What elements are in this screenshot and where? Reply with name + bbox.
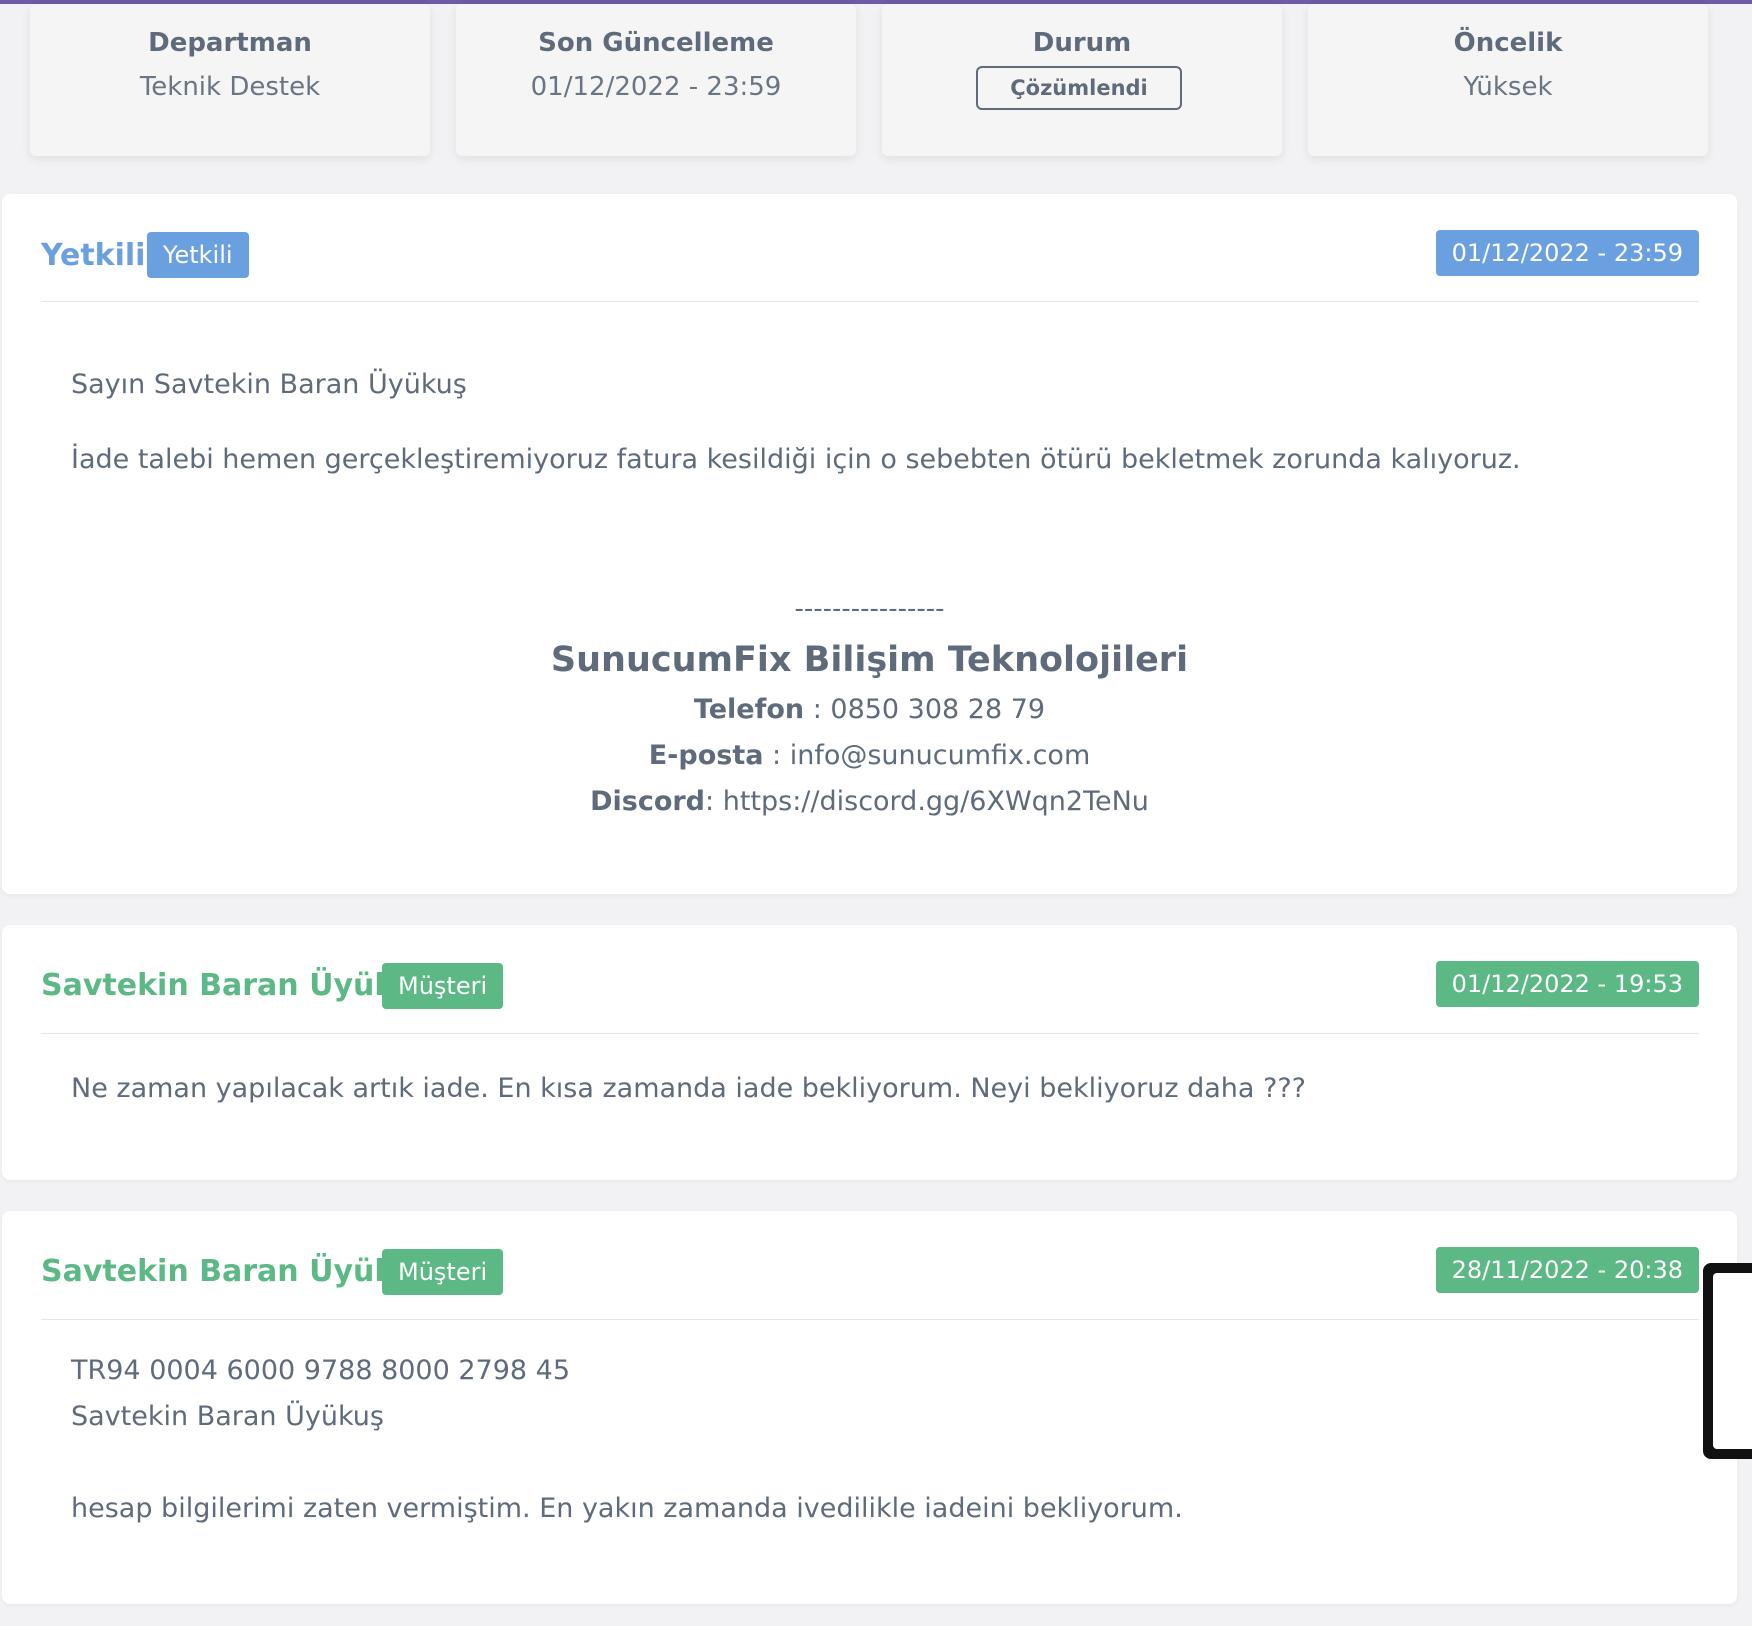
email-label: E-posta <box>648 740 764 771</box>
message-text-line: Ne zaman yapılacak artık iade. En kısa z… <box>71 1073 1306 1104</box>
discord-label: Discord <box>590 786 706 817</box>
last-update-label: Son Güncelleme <box>538 28 774 58</box>
message-divider <box>41 301 1699 302</box>
message-card-customer: Savtekin Baran Üyükuş Müşteri 01/12/2022… <box>2 925 1737 1180</box>
signature-company: SunucumFix Bilişim Teknolojileri <box>550 640 1189 680</box>
message-card-staff: Yetkili Yetkili 01/12/2022 - 23:59 Sayın… <box>2 194 1737 894</box>
email-separator: : <box>763 740 790 771</box>
message-date-badge: 01/12/2022 - 23:59 <box>1435 230 1699 276</box>
signature-separator: ---------------- <box>794 594 945 624</box>
message-author: Savtekin Baran Üyükuş <box>41 1254 434 1289</box>
phone-label: Telefon <box>693 694 805 725</box>
message-author: Yetkili <box>41 238 146 273</box>
info-card-last-update: Son Güncelleme 01/12/2022 - 23:59 <box>456 4 856 156</box>
message-text-line: hesap bilgilerimi zaten vermiştim. En ya… <box>71 1493 1183 1524</box>
status-badge: Çözümlendi <box>976 66 1182 110</box>
priority-value: Yüksek <box>1463 72 1553 102</box>
priority-label: Öncelik <box>1453 28 1563 58</box>
role-badge: Müşteri <box>382 1249 504 1295</box>
side-widget-panel <box>1713 1273 1752 1449</box>
message-date-badge: 01/12/2022 - 19:53 <box>1435 961 1699 1007</box>
signature-email: E-posta : info@sunucumfix.com <box>2 740 1737 771</box>
email-link[interactable]: info@sunucumfix.com <box>790 740 1091 771</box>
last-update-value: 01/12/2022 - 23:59 <box>530 72 782 102</box>
message-text-line: Savtekin Baran Üyükuş <box>71 1401 384 1432</box>
message-text-line: Sayın Savtekin Baran Üyükuş <box>71 369 467 400</box>
message-date-badge: 28/11/2022 - 20:38 <box>1435 1247 1699 1293</box>
role-badge: Müşteri <box>382 963 504 1009</box>
status-label: Durum <box>1032 28 1132 58</box>
info-card-department: Departman Teknik Destek <box>30 4 430 156</box>
message-divider <box>41 1319 1699 1320</box>
signature-discord: Discord: https://discord.gg/6XWqn2TeNu <box>2 786 1737 817</box>
signature-phone: Telefon : 0850 308 28 79 <box>2 694 1737 725</box>
message-author: Savtekin Baran Üyükuş <box>41 968 434 1003</box>
message-text-line: İade talebi hemen gerçekleştiremiyoruz f… <box>71 444 1521 475</box>
info-card-status: Durum Çözümlendi <box>882 4 1282 156</box>
discord-link[interactable]: https://discord.gg/6XWqn2TeNu <box>723 786 1149 817</box>
department-label: Departman <box>148 28 312 58</box>
info-card-priority: Öncelik Yüksek <box>1308 4 1708 156</box>
message-text-line: TR94 0004 6000 9788 8000 2798 45 <box>71 1355 571 1386</box>
department-value: Teknik Destek <box>139 72 321 102</box>
floating-side-widget[interactable] <box>1703 1263 1752 1459</box>
role-badge: Yetkili <box>147 232 249 278</box>
message-divider <box>41 1033 1699 1034</box>
phone-separator: : <box>804 694 831 725</box>
discord-separator: : <box>705 786 723 817</box>
message-card-customer: Savtekin Baran Üyükuş Müşteri 28/11/2022… <box>2 1211 1737 1604</box>
phone-value: 0850 308 28 79 <box>830 694 1046 725</box>
